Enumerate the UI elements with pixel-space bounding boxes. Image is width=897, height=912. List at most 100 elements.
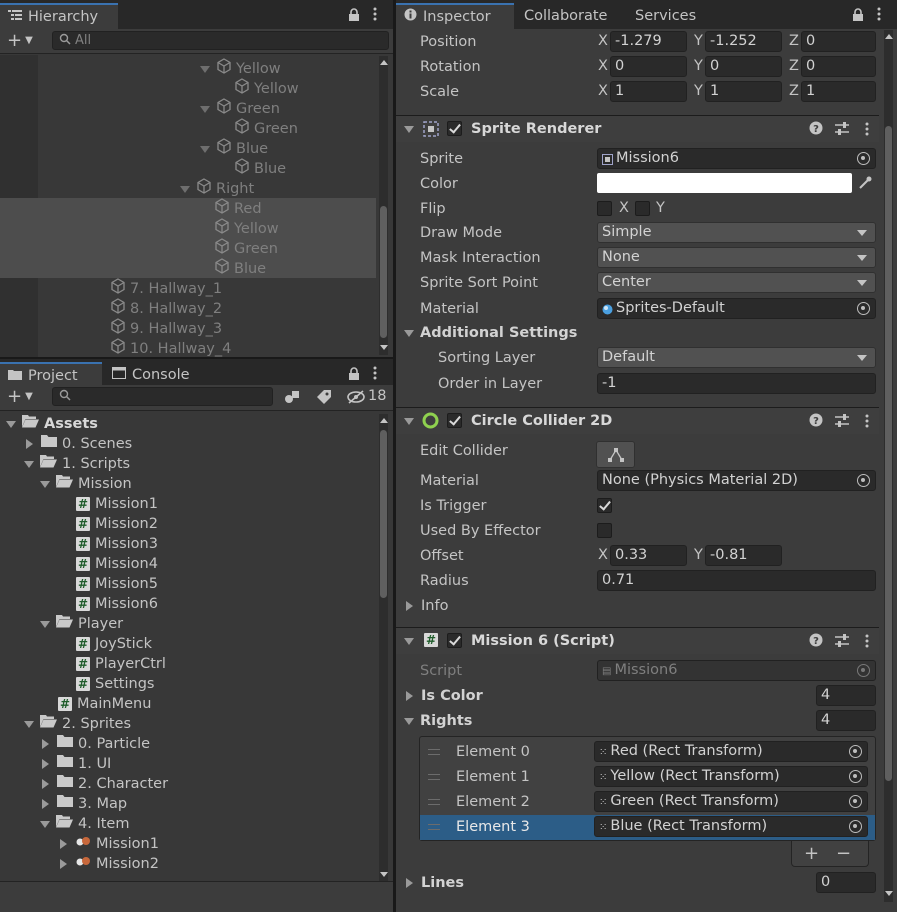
hierarchy-row[interactable]: 10. Hallway_4 xyxy=(110,338,231,358)
tab-collaborate[interactable]: Collaborate xyxy=(516,3,615,29)
hidden-packages-icon[interactable] xyxy=(346,389,366,409)
scroll-up-arrow-icon[interactable] xyxy=(380,60,388,65)
preset-icon[interactable] xyxy=(835,414,849,431)
hierarchy-row[interactable]: Blue xyxy=(234,158,286,178)
scroll-down-arrow-icon[interactable] xyxy=(380,872,388,877)
rotation-y-field[interactable]: 0 xyxy=(705,56,782,77)
help-icon[interactable]: ? xyxy=(809,121,823,139)
edit-collider-button[interactable] xyxy=(596,441,635,468)
create-add-icon[interactable]: + ▼ xyxy=(7,388,33,406)
tab-inspector[interactable]: Inspector xyxy=(396,3,514,29)
expand-arrow-icon[interactable] xyxy=(180,185,190,193)
flip-y-checkbox[interactable] xyxy=(635,201,650,216)
tab-hierarchy[interactable]: Hierarchy xyxy=(0,3,118,29)
rotation-x-field[interactable]: 0 xyxy=(610,56,687,77)
drag-handle-icon[interactable] xyxy=(428,799,440,805)
rights-foldout[interactable]: Rights xyxy=(404,710,472,732)
help-icon[interactable]: ? xyxy=(809,413,823,431)
is-color-size-field[interactable]: 4 xyxy=(816,685,876,706)
lines-foldout[interactable]: Lines xyxy=(404,872,464,894)
expand-arrow-icon[interactable] xyxy=(40,820,50,828)
project-row[interactable]: Mission2 xyxy=(58,854,159,874)
expand-arrow-icon[interactable] xyxy=(40,480,50,488)
project-row[interactable]: 2. Character xyxy=(40,774,168,794)
mission-script-enabled-checkbox[interactable] xyxy=(447,633,462,648)
list-remove-button[interactable]: − xyxy=(836,843,851,864)
project-row[interactable]: Player xyxy=(40,614,123,634)
hierarchy-row[interactable]: 7. Hallway_1 xyxy=(110,278,222,298)
tab-services[interactable]: Services xyxy=(627,3,704,29)
drag-handle-icon[interactable] xyxy=(428,774,440,780)
project-row[interactable]: # Mission4 xyxy=(76,554,158,574)
lock-icon[interactable] xyxy=(348,8,360,25)
filter-by-type-icon[interactable] xyxy=(284,389,300,409)
object-picker-icon[interactable] xyxy=(857,152,870,165)
scale-y-field[interactable]: 1 xyxy=(705,81,782,102)
list-add-button[interactable]: + xyxy=(804,843,819,864)
scale-z-field[interactable]: 1 xyxy=(801,81,876,102)
component-menu-icon[interactable] xyxy=(865,634,869,652)
hierarchy-row[interactable]: Red xyxy=(214,198,262,218)
component-menu-icon[interactable] xyxy=(865,122,869,140)
sorting-layer-dropdown[interactable]: Default xyxy=(597,347,876,368)
offset-x-field[interactable]: 0.33 xyxy=(610,545,687,566)
project-row[interactable]: Mission1 xyxy=(58,834,159,854)
hierarchy-row[interactable]: Green xyxy=(234,118,298,138)
mission-script-header[interactable]: # Mission 6 (Script) ? xyxy=(396,627,879,654)
expand-arrow-icon[interactable] xyxy=(200,65,210,73)
more-menu-icon[interactable] xyxy=(877,7,881,25)
project-row[interactable]: # Mission1 xyxy=(76,494,158,514)
collapsed-arrow-icon[interactable] xyxy=(60,839,67,849)
project-row[interactable]: Assets xyxy=(6,414,98,434)
position-y-field[interactable]: -1.252 xyxy=(705,31,782,52)
scroll-up-arrow-icon[interactable] xyxy=(885,34,893,39)
project-row[interactable]: # Mission5 xyxy=(76,574,158,594)
object-picker-icon[interactable] xyxy=(849,820,862,833)
hierarchy-row[interactable]: 9. Hallway_3 xyxy=(110,318,222,338)
collapse-arrow-icon[interactable] xyxy=(404,638,414,645)
scroll-down-arrow-icon[interactable] xyxy=(885,891,893,896)
project-row[interactable]: # Mission6 xyxy=(76,594,158,614)
collapse-arrow-icon[interactable] xyxy=(404,418,414,425)
sprite-object-field[interactable]: Mission6 xyxy=(597,148,876,169)
position-z-field[interactable]: 0 xyxy=(801,31,876,52)
project-row[interactable]: # PlayerCtrl xyxy=(76,654,166,674)
project-row[interactable]: Mission xyxy=(40,474,132,494)
filter-by-label-icon[interactable] xyxy=(316,389,332,409)
collapsed-arrow-icon[interactable] xyxy=(60,859,67,869)
expand-arrow-icon[interactable] xyxy=(24,460,34,468)
lock-icon[interactable] xyxy=(348,367,360,384)
sprite-renderer-enabled-checkbox[interactable] xyxy=(447,121,462,136)
material-object-field[interactable]: Sprites-Default xyxy=(597,298,876,319)
offset-y-field[interactable]: -0.81 xyxy=(705,545,782,566)
object-picker-icon[interactable] xyxy=(849,770,862,783)
rights-element-field[interactable]: ⁙ Yellow (Rect Transform) xyxy=(594,766,868,787)
info-foldout[interactable]: Info xyxy=(404,595,448,617)
project-row[interactable]: 1. UI xyxy=(40,754,111,774)
order-in-layer-field[interactable]: -1 xyxy=(597,373,876,394)
create-add-icon[interactable]: + ▼ xyxy=(7,32,33,50)
hierarchy-row[interactable]: Yellow xyxy=(234,78,299,98)
more-menu-icon[interactable] xyxy=(373,366,377,384)
component-menu-icon[interactable] xyxy=(865,414,869,432)
mask-interaction-dropdown[interactable]: None xyxy=(597,247,876,268)
project-row[interactable]: 2. Sprites xyxy=(24,714,131,734)
circle-collider-enabled-checkbox[interactable] xyxy=(447,413,462,428)
collapsed-arrow-icon[interactable] xyxy=(42,799,49,809)
project-row[interactable]: 1. Scripts xyxy=(24,454,130,474)
circle-collider-header[interactable]: Circle Collider 2D ? xyxy=(396,407,879,434)
is-color-foldout[interactable]: Is Color xyxy=(404,685,483,707)
scale-x-field[interactable]: 1 xyxy=(610,81,687,102)
object-picker-icon[interactable] xyxy=(849,795,862,808)
hierarchy-row[interactable]: Blue xyxy=(200,138,268,158)
project-scrollbar[interactable] xyxy=(379,414,388,882)
lock-icon[interactable] xyxy=(852,8,864,25)
hierarchy-row[interactable]: Blue xyxy=(214,258,266,278)
collapsed-arrow-icon[interactable] xyxy=(42,779,49,789)
expand-arrow-icon[interactable] xyxy=(24,720,34,728)
rights-element-field[interactable]: ⁙ Green (Rect Transform) xyxy=(594,791,868,812)
project-row[interactable]: # JoyStick xyxy=(76,634,152,654)
rights-size-field[interactable]: 4 xyxy=(816,710,876,731)
inspector-scroll-thumb[interactable] xyxy=(885,126,892,781)
help-icon[interactable]: ? xyxy=(809,633,823,651)
